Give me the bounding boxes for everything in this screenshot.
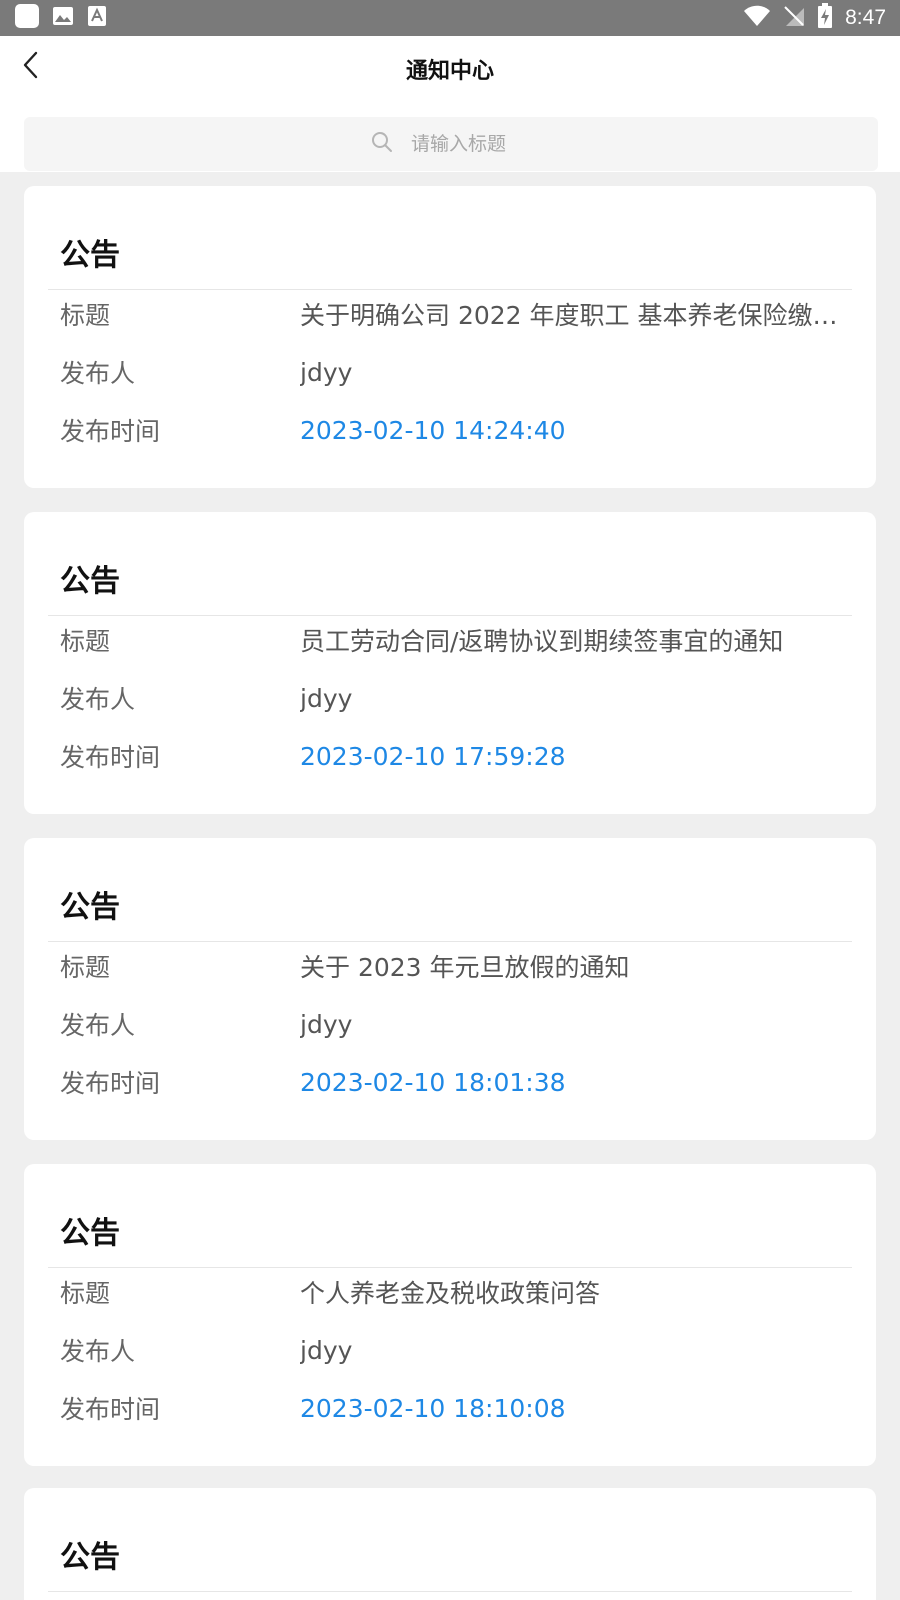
notice-type: 公告	[60, 1540, 120, 1575]
publisher-row: 发布人 jdyy	[60, 1330, 860, 1370]
card-header: 公告	[48, 838, 852, 942]
notice-type: 公告	[60, 238, 120, 273]
notice-card[interactable]: 公告 标题 员工劳动合同/返聘协议到期续签事宜的通知 发布人 jdyy 发布时间…	[24, 512, 876, 814]
publish-time-label: 发布时间	[60, 417, 161, 446]
notice-title: 关于 2023 年元旦放假的通知	[300, 953, 630, 982]
title-row: 标题 个人养老金及税收政策问答	[60, 1272, 860, 1312]
publisher-row: 发布人 jdyy	[60, 352, 860, 392]
back-button[interactable]	[8, 44, 54, 90]
publisher-label: 发布人	[60, 359, 136, 388]
publish-time-label: 发布时间	[60, 1069, 161, 1098]
notice-time: 2023-02-10 18:01:38	[300, 1067, 566, 1097]
notice-publisher: jdyy	[300, 683, 353, 713]
card-header: 公告	[48, 512, 852, 616]
battery-charging-icon	[817, 3, 833, 33]
title-label: 标题	[60, 301, 111, 330]
title-row: 标题 员工劳动合同/返聘协议到期续签事宜的通知	[60, 620, 860, 660]
publish-time-label: 发布时间	[60, 743, 161, 772]
search-icon	[371, 131, 393, 157]
notice-publisher: jdyy	[300, 1009, 353, 1039]
font-icon	[86, 5, 108, 31]
notice-card[interactable]: 公告 标题 关于明确公司 2022 年度职工 基本养老保险缴费基数的通知 发布人…	[24, 186, 876, 488]
publisher-row: 发布人 jdyy	[60, 1004, 860, 1044]
notice-title: 员工劳动合同/返聘协议到期续签事宜的通知	[300, 627, 784, 656]
notice-type: 公告	[60, 564, 120, 599]
time-row: 发布时间 2023-02-10 17:59:28	[60, 736, 860, 776]
search-input[interactable]	[411, 133, 531, 155]
time-row: 发布时间 2023-02-10 14:24:40	[60, 410, 860, 450]
notice-title: 个人养老金及税收政策问答	[300, 1279, 601, 1308]
notice-type: 公告	[60, 890, 120, 925]
time-row: 发布时间 2023-02-10 18:10:08	[60, 1388, 860, 1428]
time-row: 发布时间 2023-02-10 18:01:38	[60, 1062, 860, 1102]
notice-card[interactable]: 公告	[24, 1488, 876, 1600]
title-label: 标题	[60, 953, 111, 982]
publisher-label: 发布人	[60, 685, 136, 714]
notice-card[interactable]: 公告 标题 关于 2023 年元旦放假的通知 发布人 jdyy 发布时间 202…	[24, 838, 876, 1140]
image-icon	[52, 5, 74, 31]
title-row: 标题 关于 2023 年元旦放假的通知	[60, 946, 860, 986]
card-header: 公告	[48, 1164, 852, 1268]
card-header: 公告	[48, 1488, 852, 1592]
title-label: 标题	[60, 627, 111, 656]
chevron-left-icon	[19, 50, 43, 84]
status-time: 8:47	[845, 6, 886, 29]
publisher-row: 发布人 jdyy	[60, 678, 860, 718]
publisher-label: 发布人	[60, 1011, 136, 1040]
publisher-label: 发布人	[60, 1337, 136, 1366]
status-bar: 8:47	[0, 0, 900, 36]
notice-time: 2023-02-10 18:10:08	[300, 1393, 566, 1423]
wifi-icon	[743, 5, 771, 31]
no-sim-icon	[783, 5, 805, 31]
notice-time: 2023-02-10 14:24:40	[300, 415, 566, 445]
card-header: 公告	[48, 186, 852, 290]
app-icon	[14, 3, 40, 33]
title-label: 标题	[60, 1279, 111, 1308]
search-box[interactable]	[24, 117, 878, 171]
search-bar	[0, 102, 900, 172]
page-title: 通知中心	[405, 59, 494, 84]
notice-publisher: jdyy	[300, 1335, 353, 1365]
notice-type: 公告	[60, 1216, 120, 1251]
title-row: 标题 关于明确公司 2022 年度职工 基本养老保险缴费基数的通知	[60, 294, 860, 334]
notice-publisher: jdyy	[300, 357, 353, 387]
publish-time-label: 发布时间	[60, 1395, 161, 1424]
notice-title: 关于明确公司 2022 年度职工 基本养老保险缴费基数的通知	[300, 301, 840, 330]
notice-time: 2023-02-10 17:59:28	[300, 741, 566, 771]
title-bar: 通知中心	[0, 36, 900, 102]
notice-card[interactable]: 公告 标题 个人养老金及税收政策问答 发布人 jdyy 发布时间 2023-02…	[24, 1164, 876, 1466]
